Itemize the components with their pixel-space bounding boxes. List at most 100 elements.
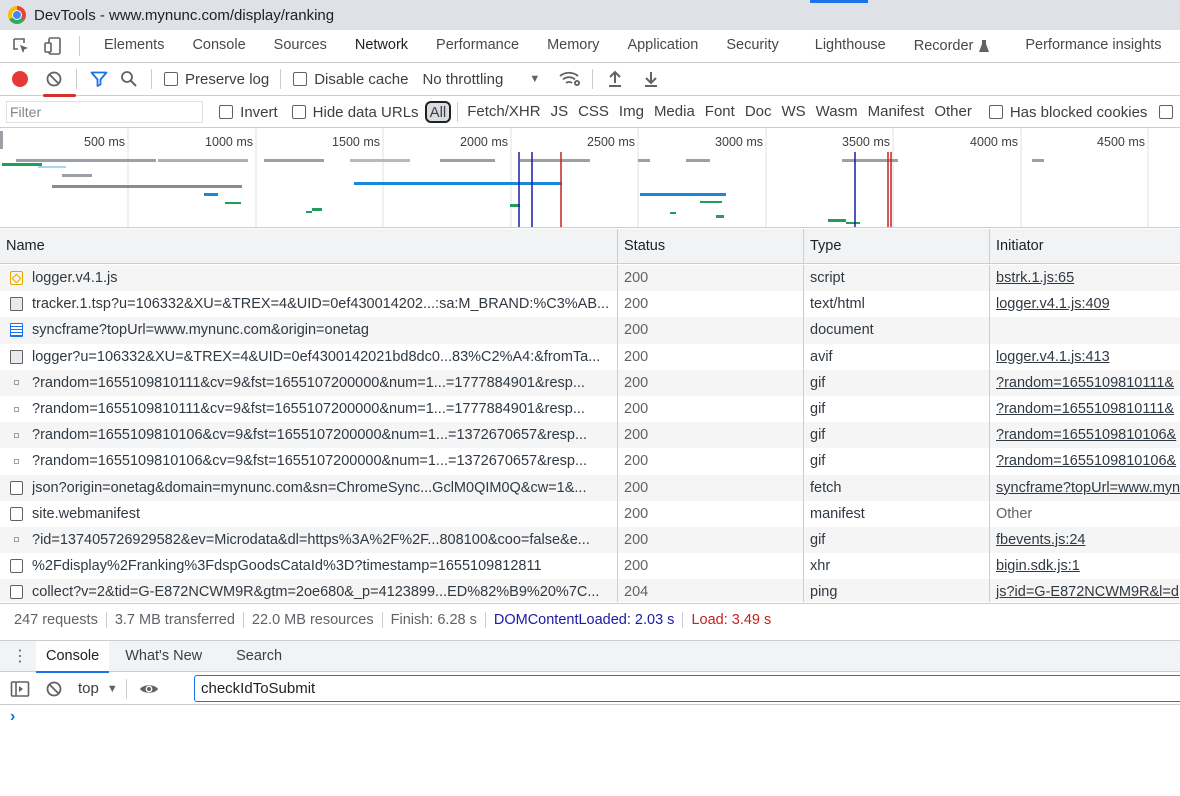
search-button[interactable] — [115, 65, 143, 93]
disable-cache-option[interactable]: Disable cache — [293, 71, 408, 88]
table-row[interactable]: collect?v=2&tid=G-E872NCWM9R&gtm=2oe680&… — [0, 579, 1180, 602]
table-row[interactable]: %2Fdisplay%2Franking%3FdspGoodsCataId%3D… — [0, 553, 1180, 580]
hide-data-urls-checkbox[interactable] — [291, 105, 306, 119]
preserve-log-checkbox[interactable] — [164, 72, 178, 86]
table-row[interactable]: json?origin=onetag&domain=mynunc.com&sn=… — [0, 474, 1180, 501]
drawer-tab-whats-new[interactable]: What's New — [115, 641, 212, 672]
initiator-link[interactable]: bigin.sdk.js:1 — [996, 558, 1080, 574]
table-row[interactable]: ?id=137405726929582&ev=Microdata&dl=http… — [0, 526, 1180, 554]
cell-name[interactable]: tracker.1.tsp?u=106332&XU=&TREX=4&UID=0e… — [0, 291, 618, 318]
cell-name[interactable]: ?random=1655109810111&cv=9&fst=165510720… — [0, 369, 618, 396]
table-row[interactable]: ?random=1655109810111&cv=9&fst=165510720… — [0, 395, 1180, 423]
invert-checkbox[interactable] — [219, 105, 234, 119]
tab-lighthouse[interactable]: Lighthouse — [793, 30, 900, 62]
initiator-link[interactable]: bstrk.1.js:65 — [996, 270, 1074, 286]
tab-sources[interactable]: Sources — [260, 30, 341, 62]
table-row[interactable]: ?random=1655109810106&cv=9&fst=165510720… — [0, 422, 1180, 449]
type-filter-font[interactable]: Font — [700, 101, 740, 123]
filter-input[interactable] — [6, 101, 204, 123]
filter-toggle-button[interactable] — [85, 65, 113, 93]
column-header-initiator[interactable]: Initiator — [990, 229, 1180, 264]
console-toolbar: top ▼ — [0, 673, 1180, 705]
cell-name[interactable]: %2Fdisplay%2Franking%3FdspGoodsCataId%3D… — [0, 553, 618, 580]
drawer-tab-console[interactable]: Console — [36, 640, 110, 673]
initiator-link[interactable]: logger.v4.1.js:413 — [996, 349, 1110, 365]
type-filter-all[interactable]: All — [424, 101, 452, 123]
type-filter-doc[interactable]: Doc — [740, 101, 777, 123]
tab-memory[interactable]: Memory — [533, 30, 613, 62]
table-row[interactable]: syncframe?topUrl=www.mynunc.com&origin=o… — [0, 317, 1180, 344]
type-filter-manifest[interactable]: Manifest — [863, 101, 930, 123]
initiator-link[interactable]: js?id=G-E872NCWM9R&l=d — [996, 584, 1179, 600]
tab-console[interactable]: Console — [178, 30, 259, 62]
cell-type: manifest — [804, 500, 990, 527]
inspect-element-icon[interactable] — [11, 36, 31, 56]
type-filter-fetch-xhr[interactable]: Fetch/XHR — [462, 101, 545, 123]
network-conditions-button[interactable] — [556, 65, 584, 93]
type-filter-ws[interactable]: WS — [777, 101, 811, 123]
show-sidebar-button[interactable] — [6, 675, 34, 703]
column-header-type[interactable]: Type — [804, 229, 990, 264]
initiator-link[interactable]: ?random=1655109810106& — [996, 427, 1176, 443]
column-header-name[interactable]: Name — [0, 229, 618, 264]
table-row[interactable]: logger?u=106332&XU=&TREX=4&UID=0ef430014… — [0, 343, 1180, 370]
network-overview-timeline[interactable]: 500 ms 1000 ms 1500 ms 2000 ms 2500 ms 3… — [0, 128, 1180, 228]
invert-option[interactable]: Invert — [219, 104, 278, 121]
cell-name[interactable]: ?random=1655109810106&cv=9&fst=165510720… — [0, 422, 618, 449]
type-filter-other[interactable]: Other — [929, 101, 977, 123]
type-filter-media[interactable]: Media — [649, 101, 700, 123]
tab-recorder[interactable]: Recorder — [900, 30, 1004, 62]
clear-console-button[interactable] — [40, 675, 68, 703]
table-row[interactable]: ?random=1655109810111&cv=9&fst=165510720… — [0, 369, 1180, 396]
column-header-status[interactable]: Status — [618, 229, 804, 264]
table-row[interactable]: ?random=1655109810106&cv=9&fst=165510720… — [0, 448, 1180, 475]
more-options-icon[interactable]: ⋮ — [10, 646, 30, 666]
type-filter-css[interactable]: CSS — [573, 101, 614, 123]
device-toolbar-icon[interactable] — [43, 36, 63, 56]
blocked-requests-checkbox[interactable] — [1159, 105, 1173, 119]
type-filter-wasm[interactable]: Wasm — [811, 101, 863, 123]
console-filter-input[interactable] — [194, 675, 1180, 702]
initiator-link[interactable]: ?random=1655109810106& — [996, 453, 1176, 469]
initiator-link[interactable]: ?random=1655109810111& — [996, 401, 1174, 417]
import-har-button[interactable] — [601, 65, 629, 93]
initiator-link[interactable]: fbevents.js:24 — [996, 532, 1085, 548]
cell-name[interactable]: logger.v4.1.js — [0, 265, 618, 292]
cell-name[interactable]: ?id=137405726929582&ev=Microdata&dl=http… — [0, 526, 618, 554]
initiator-link[interactable]: logger.v4.1.js:409 — [996, 296, 1110, 312]
overview-tick-label: 3000 ms — [715, 135, 763, 149]
cell-name[interactable]: collect?v=2&tid=G-E872NCWM9R&gtm=2oe680&… — [0, 579, 618, 602]
type-filter-img[interactable]: Img — [614, 101, 649, 123]
tab-performance[interactable]: Performance — [422, 30, 533, 62]
console-prompt-icon[interactable]: › — [10, 708, 15, 726]
preserve-log-option[interactable]: Preserve log — [164, 71, 269, 88]
cell-name[interactable]: logger?u=106332&XU=&TREX=4&UID=0ef430014… — [0, 343, 618, 370]
cell-name[interactable]: json?origin=onetag&domain=mynunc.com&sn=… — [0, 474, 618, 501]
table-row[interactable]: tracker.1.tsp?u=106332&XU=&TREX=4&UID=0e… — [0, 291, 1180, 318]
blocked-cookies-option[interactable]: Has blocked cookies — [988, 104, 1147, 121]
cell-name[interactable]: ?random=1655109810106&cv=9&fst=165510720… — [0, 448, 618, 475]
type-filter-js[interactable]: JS — [546, 101, 574, 123]
drawer-tab-search[interactable]: Search — [226, 641, 292, 672]
disable-cache-checkbox[interactable] — [293, 72, 308, 86]
tab-elements[interactable]: Elements — [90, 30, 178, 62]
context-selector[interactable]: top ▼ — [78, 680, 118, 697]
cell-name[interactable]: ?random=1655109810111&cv=9&fst=165510720… — [0, 395, 618, 423]
cell-name[interactable]: syncframe?topUrl=www.mynunc.com&origin=o… — [0, 317, 618, 344]
table-row[interactable]: site.webmanifest 200 manifest Other — [0, 500, 1180, 527]
clear-button[interactable] — [40, 65, 68, 93]
record-button[interactable] — [6, 65, 34, 93]
throttling-select[interactable]: No throttling ▼ — [422, 71, 540, 88]
cell-name[interactable]: site.webmanifest — [0, 500, 618, 527]
initiator-link[interactable]: ?random=1655109810111& — [996, 375, 1174, 391]
blocked-cookies-checkbox[interactable] — [988, 105, 1003, 119]
initiator-link[interactable]: syncframe?topUrl=www.myn — [996, 480, 1180, 496]
tab-performance-insights[interactable]: Performance insights — [1003, 30, 1175, 62]
tab-security[interactable]: Security — [712, 30, 792, 62]
table-row[interactable]: logger.v4.1.js 200 script bstrk.1.js:65 — [0, 265, 1180, 292]
hide-data-urls-option[interactable]: Hide data URLs — [291, 104, 419, 121]
tab-network[interactable]: Network — [340, 30, 423, 62]
live-expression-button[interactable] — [135, 675, 163, 703]
tab-application[interactable]: Application — [613, 30, 712, 62]
export-har-button[interactable] — [637, 65, 665, 93]
